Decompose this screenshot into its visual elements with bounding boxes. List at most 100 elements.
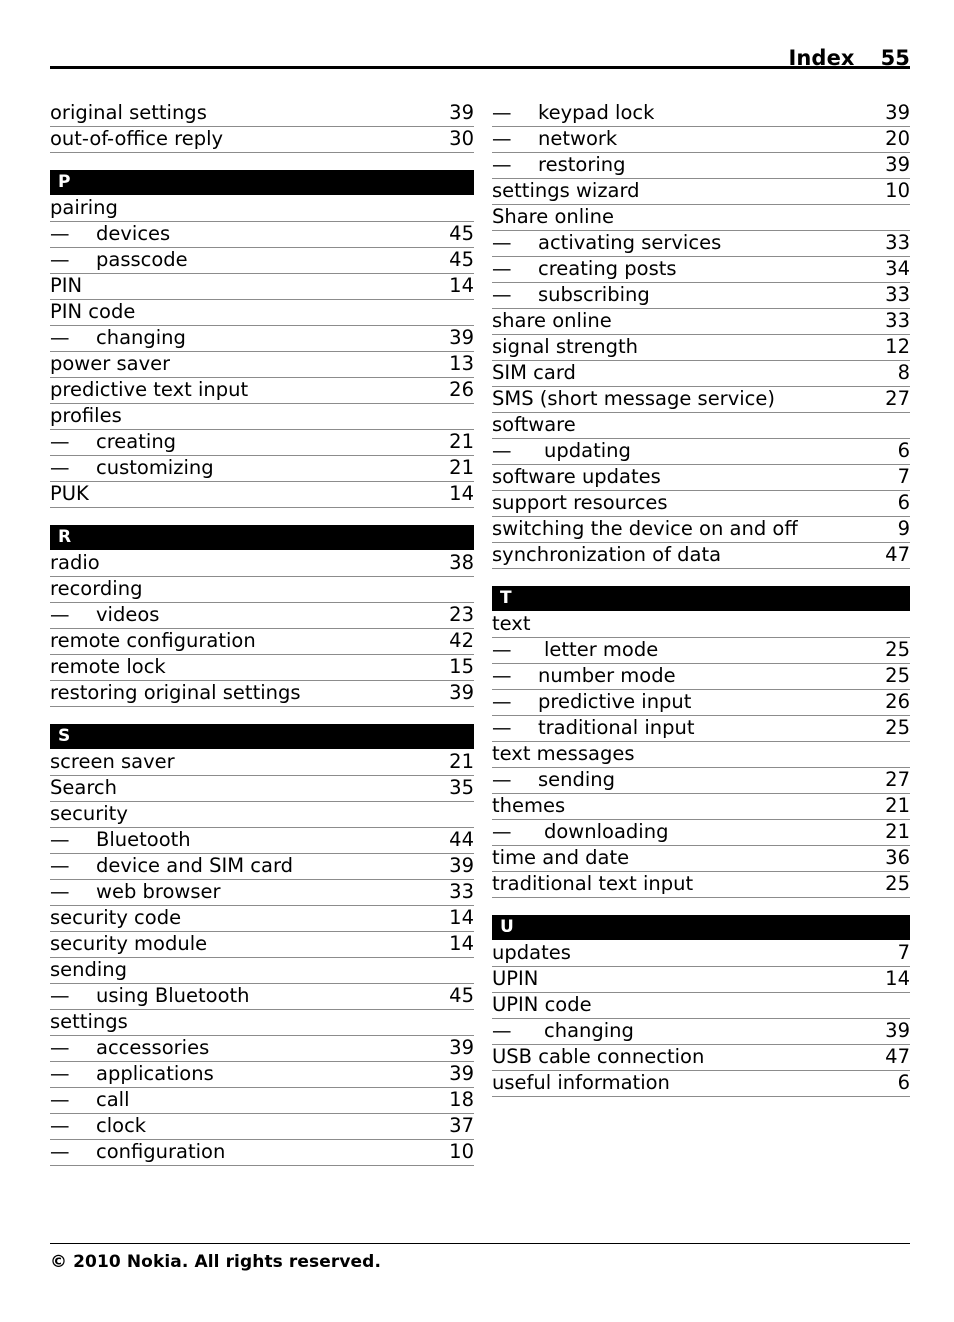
index-entry[interactable]: out-of-office reply 30 (50, 127, 474, 153)
index-entry[interactable]: pairing (50, 196, 474, 222)
entry-label-group: restoring original settings (50, 681, 301, 705)
index-subentry[interactable]: — Bluetooth 44 (50, 828, 474, 854)
entry-page-number: 47 (885, 1045, 910, 1068)
index-entry[interactable]: settings wizard 10 (492, 179, 910, 205)
entry-label: device and SIM card (96, 854, 294, 877)
em-dash-icon: — (492, 231, 512, 254)
index-entry[interactable]: signal strength 12 (492, 335, 910, 361)
index-subentry[interactable]: — clock 37 (50, 1114, 474, 1140)
index-entry[interactable]: security module 14 (50, 932, 474, 958)
entry-label: changing (96, 326, 186, 349)
index-entry[interactable]: profiles (50, 404, 474, 430)
section-letter-bar: T (492, 586, 910, 611)
index-entry[interactable]: PIN code (50, 300, 474, 326)
index-entry[interactable]: SMS (short message service) 27 (492, 387, 910, 413)
index-entry[interactable]: security (50, 802, 474, 828)
index-subentry[interactable]: — customizing 21 (50, 456, 474, 482)
entry-label-group: — updating (492, 439, 631, 463)
index-subentry[interactable]: — accessories 39 (50, 1036, 474, 1062)
index-subentry[interactable]: — passcode 45 (50, 248, 474, 274)
index-entry[interactable]: remote lock 15 (50, 655, 474, 681)
index-subentry[interactable]: — predictive input 26 (492, 690, 910, 716)
index-entry[interactable]: text messages (492, 742, 910, 768)
index-subentry[interactable]: — sending 27 (492, 768, 910, 794)
index-subentry[interactable]: — applications 39 (50, 1062, 474, 1088)
entry-label: SIM card (492, 361, 576, 384)
index-subentry[interactable]: — changing 39 (50, 326, 474, 352)
index-subentry[interactable]: — keypad lock 39 (492, 101, 910, 127)
index-entry[interactable]: switching the device on and off 9 (492, 517, 910, 543)
index-subentry[interactable]: — downloading 21 (492, 820, 910, 846)
index-subentry[interactable]: — activating services 33 (492, 231, 910, 257)
index-entry[interactable]: predictive text input 26 (50, 378, 474, 404)
index-subentry[interactable]: — call 18 (50, 1088, 474, 1114)
index-entry[interactable]: Search 35 (50, 776, 474, 802)
entry-label: keypad lock (538, 101, 655, 124)
index-entry[interactable]: sending (50, 958, 474, 984)
index-subentry[interactable]: — creating 21 (50, 430, 474, 456)
index-entry[interactable]: recording (50, 577, 474, 603)
index-subentry[interactable]: — using Bluetooth 45 (50, 984, 474, 1010)
em-dash-icon: — (50, 603, 70, 626)
index-subentry[interactable]: — restoring 39 (492, 153, 910, 179)
index-entry[interactable]: screen saver 21 (50, 750, 474, 776)
entry-label: Bluetooth (96, 828, 191, 851)
index-subentry[interactable]: — letter mode 25 (492, 638, 910, 664)
index-entry[interactable]: support resources 6 (492, 491, 910, 517)
index-subentry[interactable]: — device and SIM card 39 (50, 854, 474, 880)
index-entry[interactable]: restoring original settings 39 (50, 681, 474, 707)
index-entry[interactable]: time and date 36 (492, 846, 910, 872)
index-subentry[interactable]: — updating 6 (492, 439, 910, 465)
index-entry[interactable]: USB cable connection 47 (492, 1045, 910, 1071)
index-entry[interactable]: remote configuration 42 (50, 629, 474, 655)
index-subentry[interactable]: — devices 45 (50, 222, 474, 248)
index-subentry[interactable]: — number mode 25 (492, 664, 910, 690)
index-entry[interactable]: themes 21 (492, 794, 910, 820)
em-dash-icon: — (492, 1019, 512, 1042)
index-subentry[interactable]: — videos 23 (50, 603, 474, 629)
entry-page-number: 10 (885, 179, 910, 202)
index-subentry[interactable]: — subscribing 33 (492, 283, 910, 309)
index-entry[interactable]: security code 14 (50, 906, 474, 932)
em-dash-icon: — (492, 690, 512, 713)
index-entry[interactable]: original settings 39 (50, 101, 474, 127)
index-entry[interactable]: power saver 13 (50, 352, 474, 378)
index-entry[interactable]: updates 7 (492, 941, 910, 967)
index-entry[interactable]: software updates 7 (492, 465, 910, 491)
entry-page-number: 33 (885, 309, 910, 332)
index-entry[interactable]: traditional text input 25 (492, 872, 910, 898)
index-entry[interactable]: SIM card 8 (492, 361, 910, 387)
index-subentry[interactable]: — web browser 33 (50, 880, 474, 906)
index-entry[interactable]: text (492, 612, 910, 638)
entry-label-group: software updates (492, 465, 661, 489)
index-subentry[interactable]: — changing 39 (492, 1019, 910, 1045)
index-entry[interactable]: synchronization of data 47 (492, 543, 910, 569)
index-entry[interactable]: UPIN 14 (492, 967, 910, 993)
entry-page-number: 36 (885, 846, 910, 869)
index-subentry[interactable]: — configuration 10 (50, 1140, 474, 1166)
entry-label: changing (544, 1019, 634, 1042)
entry-page-number: 27 (885, 768, 910, 791)
index-entry[interactable]: Share online (492, 205, 910, 231)
entry-label: power saver (50, 352, 171, 375)
em-dash-icon: — (492, 257, 512, 280)
index-subentry[interactable]: — network 20 (492, 127, 910, 153)
index-entry[interactable]: radio 38 (50, 551, 474, 577)
entry-label: accessories (96, 1036, 210, 1059)
entry-page-number: 6 (897, 1071, 910, 1094)
index-subentry[interactable]: — creating posts 34 (492, 257, 910, 283)
entry-page-number: 23 (449, 603, 474, 626)
index-subentry[interactable]: — traditional input 25 (492, 716, 910, 742)
index-entry[interactable]: PUK 14 (50, 482, 474, 508)
index-entry[interactable]: PIN 14 (50, 274, 474, 300)
entry-page-number: 39 (449, 1036, 474, 1059)
entry-page-number: 6 (897, 491, 910, 514)
index-entry[interactable]: software (492, 413, 910, 439)
entry-label: settings wizard (492, 179, 640, 202)
index-entry[interactable]: useful information 6 (492, 1071, 910, 1097)
index-entry[interactable]: UPIN code (492, 993, 910, 1019)
index-entry[interactable]: settings (50, 1010, 474, 1036)
entry-label-group: settings (50, 1010, 128, 1034)
entry-page-number: 39 (449, 854, 474, 877)
index-entry[interactable]: share online 33 (492, 309, 910, 335)
